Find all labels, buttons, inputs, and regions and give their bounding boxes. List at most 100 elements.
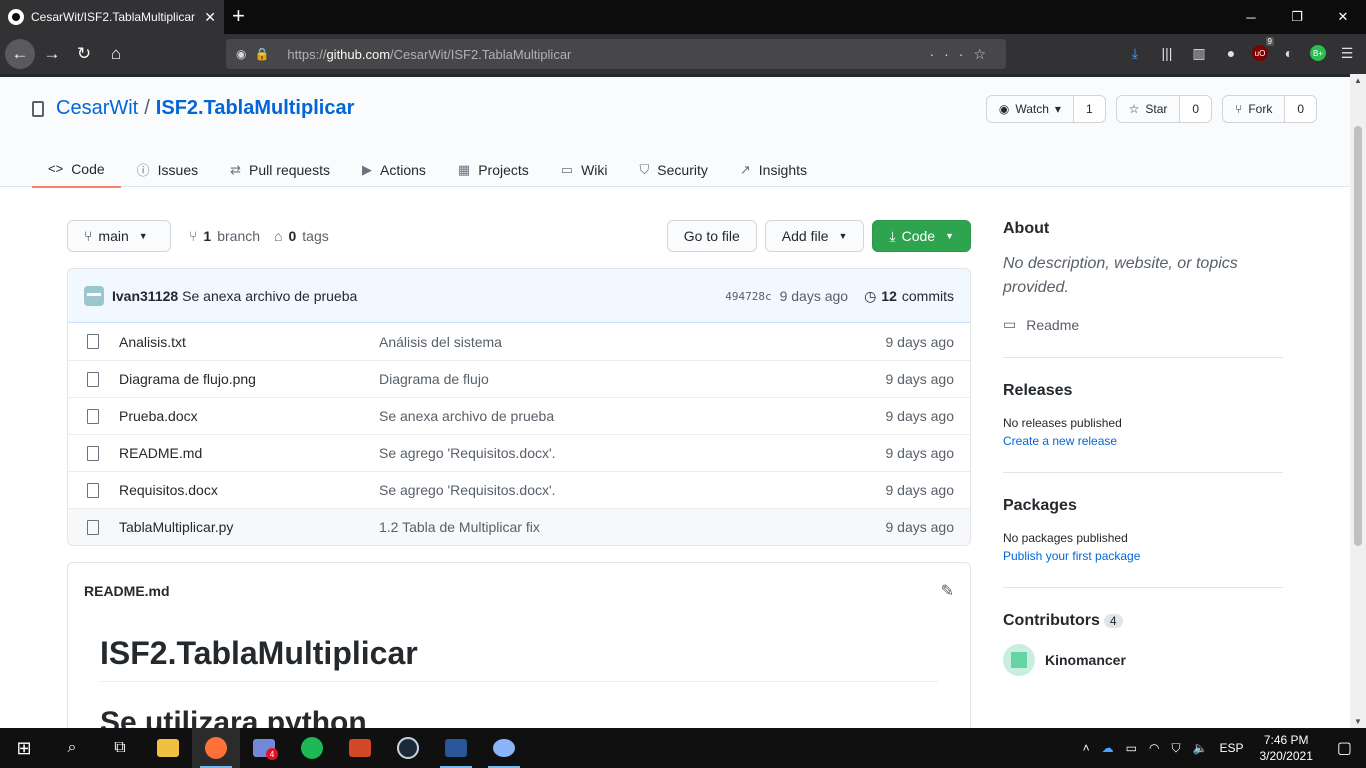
tab-security[interactable]: ⛉ Security — [624, 151, 724, 188]
forward-button[interactable]: → — [37, 39, 67, 69]
clock[interactable]: 7:46 PM 3/20/2021 — [1249, 732, 1322, 764]
file-explorer-icon[interactable] — [144, 728, 192, 768]
scrollbar-thumb[interactable] — [1354, 126, 1362, 546]
account-icon[interactable]: ● — [1220, 42, 1242, 64]
commits-history-link[interactable]: ◷ 12 commits — [864, 288, 954, 305]
go-to-file-button[interactable]: Go to file — [666, 220, 757, 252]
volume-icon[interactable]: 🔈 — [1187, 741, 1214, 755]
close-window-icon[interactable]: ✕ — [1320, 0, 1366, 34]
file-age: 9 days ago — [885, 482, 955, 498]
branches-link[interactable]: ⑂ 1 branch — [189, 228, 260, 244]
address-bar[interactable]: ◉🔒 https://github.com/CesarWit/ISF2.Tabl… — [226, 39, 1006, 69]
branch-select-button[interactable]: ⑂ main ▼ — [67, 220, 171, 252]
paint-icon[interactable] — [480, 728, 528, 768]
page-scrollbar[interactable]: ▲ ▼ — [1350, 74, 1366, 728]
tab-issues[interactable]: ⓘ Issues — [121, 151, 214, 188]
tab-actions[interactable]: ▶ Actions — [346, 151, 442, 188]
sidebar-icon[interactable]: ▥ — [1188, 42, 1210, 64]
windows-start-icon[interactable]: ⊞ — [0, 728, 48, 768]
notification-icon[interactable]: ▢ — [1323, 738, 1366, 758]
word-icon[interactable] — [432, 728, 480, 768]
file-name-link[interactable]: Analisis.txt — [119, 334, 379, 350]
readme-heading: ISF2.TablaMultiplicar — [100, 635, 938, 682]
search-icon[interactable]: ⌕ — [48, 728, 96, 768]
minimize-icon[interactable]: ─ — [1228, 0, 1274, 34]
file-name-link[interactable]: Prueba.docx — [119, 408, 379, 424]
tab-code[interactable]: <> Code — [32, 151, 121, 188]
star-button[interactable]: ☆ Star — [1117, 96, 1181, 122]
reload-button[interactable]: ↻ — [69, 39, 99, 69]
file-commit-message-link[interactable]: Se anexa archivo de prueba — [379, 408, 886, 424]
create-release-link[interactable]: Create a new release — [1003, 434, 1283, 448]
scroll-up-icon[interactable]: ▲ — [1354, 76, 1362, 85]
tags-link[interactable]: ⌂ 0 tags — [274, 228, 329, 244]
security-icon[interactable]: ⛉ — [1166, 741, 1187, 756]
tab-projects[interactable]: ▦ Projects — [442, 151, 545, 188]
contributor-item[interactable]: Kinomancer — [1003, 644, 1283, 676]
browser-tab[interactable]: CesarWit/ISF2.TablaMultiplicar ✕ — [0, 0, 224, 34]
scroll-down-icon[interactable]: ▼ — [1354, 717, 1362, 726]
file-commit-message-link[interactable]: Se agrego 'Requisitos.docx'. — [379, 445, 886, 461]
publish-package-link[interactable]: Publish your first package — [1003, 549, 1283, 563]
contributors-title[interactable]: Contributors 4 — [1003, 612, 1283, 630]
commit-author-link[interactable]: Ivan31128 — [112, 288, 178, 304]
pencil-icon[interactable]: ✎ — [941, 581, 954, 601]
commit-message-link[interactable]: Se anexa archivo de prueba — [182, 288, 357, 304]
tab-wiki[interactable]: ▭ Wiki — [545, 151, 624, 188]
download-icon[interactable]: ⤓ — [1124, 42, 1146, 64]
star-count[interactable]: 0 — [1180, 96, 1212, 122]
code-download-button[interactable]: ⤓ Code ▼ — [872, 220, 971, 252]
home-button[interactable]: ⌂ — [101, 39, 131, 69]
packages-title[interactable]: Packages — [1003, 497, 1283, 515]
steam-icon[interactable] — [384, 728, 432, 768]
bplus-extension-icon[interactable]: B+ — [1310, 45, 1326, 61]
task-view-icon[interactable]: ⧉ — [96, 728, 144, 768]
repository-header: CesarWit / ISF2.TablaMultiplicar ◉ Watch ▾… — [0, 77, 1350, 188]
url-text[interactable]: https://github.com/CesarWit/ISF2.TablaMu… — [287, 47, 929, 62]
chevron-down-icon: ▼ — [945, 231, 954, 241]
file-name-link[interactable]: Diagrama de flujo.png — [119, 371, 379, 387]
close-tab-icon[interactable]: ✕ — [204, 9, 216, 26]
repo-owner-link[interactable]: CesarWit — [56, 97, 138, 120]
file-name-link[interactable]: README.md — [119, 445, 379, 461]
battery-icon[interactable]: ▭ — [1120, 741, 1143, 755]
fork-button[interactable]: ⑂ Fork — [1223, 96, 1286, 122]
code-icon: <> — [48, 161, 64, 176]
file-commit-message-link[interactable]: Se agrego 'Requisitos.docx'. — [379, 482, 886, 498]
powerpoint-icon[interactable] — [336, 728, 384, 768]
file-commit-message-link[interactable]: Análisis del sistema — [379, 334, 886, 350]
firefox-icon[interactable] — [192, 728, 240, 768]
language-indicator[interactable]: ESP — [1213, 741, 1249, 755]
file-commit-message-link[interactable]: 1.2 Tabla de Multiplicar fix — [379, 519, 886, 535]
discord-icon[interactable]: 4 — [240, 728, 288, 768]
onedrive-icon[interactable]: ☁ — [1096, 741, 1120, 755]
wifi-icon[interactable]: ◠ — [1143, 741, 1165, 755]
restore-icon[interactable]: ❐ — [1274, 0, 1320, 34]
file-name-link[interactable]: TablaMultiplicar.py — [119, 519, 379, 535]
menu-icon[interactable]: ☰ — [1336, 42, 1358, 64]
readme-filename-link[interactable]: README.md — [84, 583, 170, 599]
add-file-button[interactable]: Add file ▼ — [764, 220, 865, 252]
commit-sha-link[interactable]: 494728c — [725, 290, 771, 303]
fork-count[interactable]: 0 — [1285, 96, 1316, 122]
watch-button[interactable]: ◉ Watch ▾ — [987, 96, 1074, 122]
repo-name-link[interactable]: ISF2.TablaMultiplicar — [156, 97, 355, 120]
chevron-up-icon[interactable]: ˄ — [1077, 741, 1096, 755]
releases-title[interactable]: Releases — [1003, 382, 1283, 400]
file-name-link[interactable]: Requisitos.docx — [119, 482, 379, 498]
avatar[interactable] — [84, 285, 104, 306]
readme-link[interactable]: ▭ Readme — [1003, 316, 1283, 333]
file-commit-message-link[interactable]: Diagrama de flujo — [379, 371, 886, 387]
library-icon[interactable]: ||| — [1156, 42, 1178, 64]
file-row: Prueba.docx Se anexa archivo de prueba 9… — [68, 397, 970, 434]
tab-insights[interactable]: ↗ Insights — [724, 151, 823, 188]
tab-pull-requests[interactable]: ⇄ Pull requests — [214, 151, 346, 188]
ublock-icon[interactable]: uO 9 — [1252, 37, 1274, 61]
watch-count[interactable]: 1 — [1073, 96, 1105, 122]
extension-icon[interactable]: ◐ — [1278, 42, 1300, 64]
new-tab-button[interactable]: + — [232, 4, 245, 28]
page-actions-icon[interactable]: ···☆ — [929, 46, 996, 63]
site-info-icon[interactable]: ◉🔒 — [236, 47, 277, 61]
spotify-icon[interactable] — [288, 728, 336, 768]
back-button[interactable]: ← — [5, 39, 35, 69]
